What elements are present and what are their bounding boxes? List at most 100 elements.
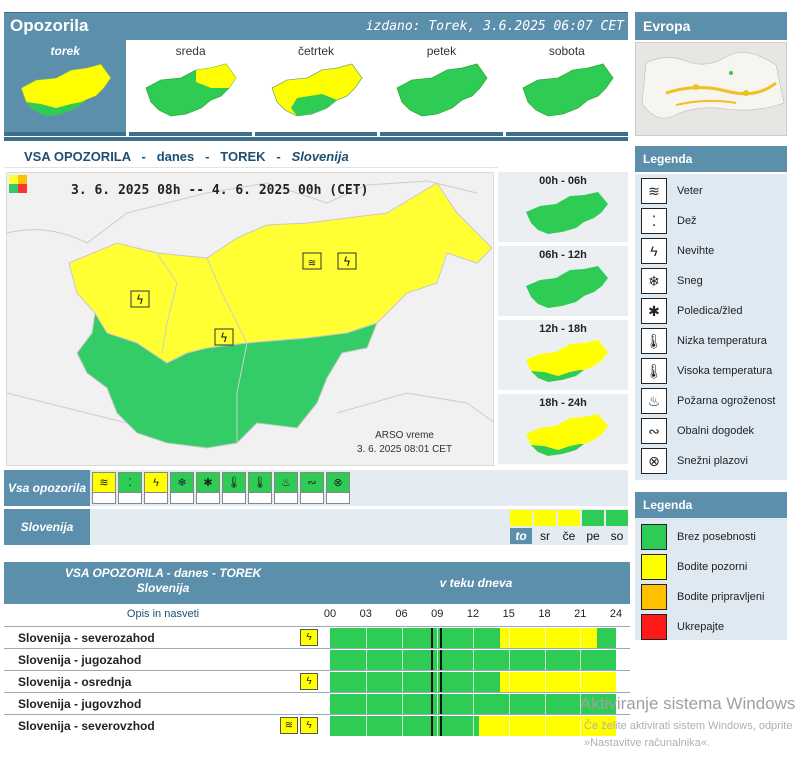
hour-gridline	[580, 672, 582, 692]
legend-level-yellow: Bodite pozorni	[641, 554, 747, 580]
thunderstorm-icon: ϟ	[300, 717, 318, 734]
main-warning-map[interactable]: ϟ ≋ ϟ ϟ 3. 6. 2025 08h -- 4. 6. 2025 00h…	[6, 172, 494, 466]
tab-label: petek	[426, 44, 457, 58]
title-part: TOREK	[220, 149, 266, 164]
europe-map-thumbnail[interactable]	[635, 42, 787, 136]
high-temp-icon: 🌡	[249, 473, 271, 493]
filter-wind[interactable]: ≋	[92, 472, 116, 504]
filter-ice[interactable]: ✱	[196, 472, 220, 504]
filter-fire[interactable]: ♨	[274, 472, 298, 504]
day-cell-sr[interactable]: sr	[534, 510, 556, 544]
current-time-marker	[431, 628, 434, 648]
filter-low-temp[interactable]: 🌡	[222, 472, 246, 504]
filter-snow[interactable]: ❄	[170, 472, 194, 504]
table-row[interactable]: Slovenija - severozahod ϟ	[4, 626, 630, 648]
title-region: Slovenija	[291, 149, 349, 164]
table-row[interactable]: Slovenija - severovzhod ≋ ϟ	[4, 714, 630, 736]
filter-high-temp[interactable]: 🌡	[248, 472, 272, 504]
thunderstorm-icon: ϟ	[641, 238, 667, 264]
legend-types: ≋ Veter ⁚ Dež ϟ Nevihte ❄ Sneg ✱ Poledic…	[635, 174, 787, 480]
filter-coastal[interactable]: ∾	[300, 472, 324, 504]
table-row[interactable]: Slovenija - jugovzhod	[4, 692, 630, 714]
timeline-bar	[330, 672, 616, 692]
slot-12-18[interactable]: 12h - 18h	[498, 320, 628, 392]
avalanche-icon: ⊗	[641, 448, 667, 474]
day-cell-to[interactable]: to	[510, 510, 532, 544]
hour-gridline	[401, 716, 403, 736]
hour-gridline	[544, 694, 546, 714]
slot-map	[526, 414, 608, 456]
slot-label: 18h - 24h	[539, 397, 587, 409]
rain-icon: ⁚	[641, 208, 667, 234]
title-sep: -	[276, 149, 281, 164]
level-swatch	[641, 554, 667, 580]
slot-00-06[interactable]: 00h - 06h	[498, 172, 628, 244]
row-icons: ϟ	[300, 673, 318, 690]
filter-thunderstorm[interactable]: ϟ	[144, 472, 168, 504]
tab-sobota[interactable]: sobota	[505, 40, 629, 136]
current-time-marker	[431, 694, 434, 714]
table-row[interactable]: Slovenija - osrednja ϟ	[4, 670, 630, 692]
legend-label: Požarna ogroženost	[677, 395, 776, 407]
day-map-thumbnail	[145, 63, 237, 117]
legend-item-avalanche: ⊗ Snežni plazovi	[641, 448, 748, 474]
day-map-thumbnail	[396, 63, 488, 117]
hour-gridline	[401, 650, 403, 670]
warnings-table: VSA OPOZORILA - danes - TOREK Slovenija …	[4, 562, 630, 742]
filter-label[interactable]: Slovenija	[4, 509, 90, 545]
legend-label: Visoka temperatura	[677, 365, 773, 377]
slot-18-24[interactable]: 18h - 24h	[498, 394, 628, 466]
tab-cetrtek[interactable]: četrtek	[254, 40, 378, 136]
region-name: Slovenija - jugovzhod	[18, 697, 142, 711]
legend-label: Bodite pozorni	[677, 561, 748, 573]
legend-label: Dež	[677, 215, 697, 227]
timeline-bar	[330, 716, 616, 736]
description-link[interactable]: Opis in nasveti	[4, 608, 322, 620]
coastal-icon: ∾	[641, 418, 667, 444]
filter-avalanche[interactable]: ⊗	[326, 472, 350, 504]
slot-label: 00h - 06h	[539, 175, 587, 187]
day-map-thumbnail	[20, 63, 112, 117]
day-abbr: če	[562, 529, 576, 543]
legend-item-high-temp: 🌡 Visoka temperatura	[641, 358, 772, 384]
hour-tick-label: 12	[466, 608, 480, 620]
legend-label: Snežni plazovi	[677, 455, 748, 467]
legend-item-thunderstorm: ϟ Nevihte	[641, 238, 714, 264]
hour-gridline	[473, 694, 474, 714]
legend-item-snow: ❄ Sneg	[641, 268, 703, 294]
row-icons: ≋ ϟ	[280, 717, 318, 734]
europe-map-image	[636, 43, 786, 135]
thunderstorm-marker: ϟ	[337, 252, 357, 270]
tab-torek[interactable]: torek	[4, 40, 127, 136]
slot-06-12[interactable]: 06h - 12h	[498, 246, 628, 318]
slot-map	[526, 192, 608, 234]
hour-tick-label: 18	[538, 608, 551, 620]
slovenia-map: ϟ ≋ ϟ ϟ	[7, 173, 493, 465]
hour-gridline	[365, 672, 367, 692]
legend-level-red: Ukrepajte	[641, 614, 724, 640]
filter-rain[interactable]: ⁚	[118, 472, 142, 504]
day-cell-so[interactable]: so	[606, 510, 628, 544]
timeline-bar	[330, 694, 616, 714]
day-cell-pe[interactable]: pe	[582, 510, 604, 544]
tab-sreda[interactable]: sreda	[129, 40, 252, 136]
table-row[interactable]: Slovenija - jugozahod	[4, 648, 630, 670]
svg-text:≋: ≋	[308, 258, 316, 269]
legend-item-wind: ≋ Veter	[641, 178, 703, 204]
day-abbr: so	[610, 529, 624, 543]
legend-item-coastal: ∾ Obalni dogodek	[641, 418, 754, 444]
tab-petek[interactable]: petek	[380, 40, 503, 136]
day-cell-ce[interactable]: če	[558, 510, 580, 544]
day-tabs: torek sreda četrtek petek sobota	[4, 40, 629, 136]
slot-map	[526, 266, 608, 308]
time-slot-column: 00h - 06h 06h - 12h 12h - 18h 18h - 24h	[498, 172, 628, 468]
hour-gridline	[437, 672, 439, 692]
hour-gridline	[508, 716, 510, 736]
hour-gridline	[365, 628, 367, 648]
filter-label[interactable]: Vsa opozorila	[4, 470, 90, 506]
title-sep: -	[205, 149, 210, 164]
europe-header[interactable]: Evropa	[635, 12, 787, 40]
hour-gridline	[544, 650, 546, 670]
tab-label: torek	[50, 44, 80, 58]
hour-gridline	[473, 650, 474, 670]
